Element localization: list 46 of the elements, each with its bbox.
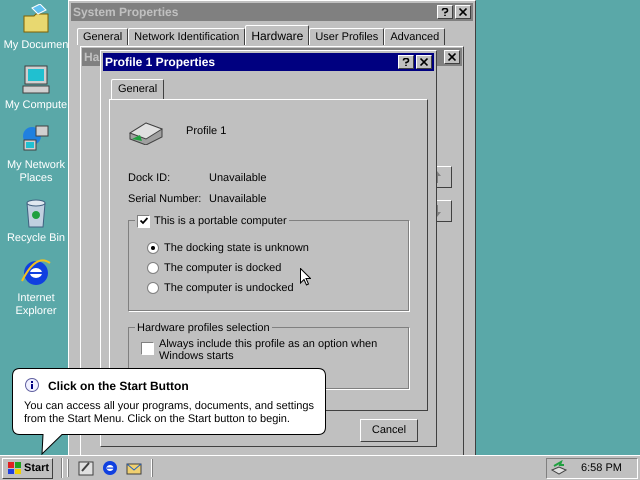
check-icon (140, 217, 148, 226)
help-button[interactable] (398, 55, 414, 69)
profile-name: Profile 1 (186, 124, 226, 139)
close-icon (420, 58, 428, 66)
computer-icon[interactable] (20, 64, 52, 96)
help-button[interactable] (437, 5, 453, 19)
balloon-text: You can access all your programs, documents, and settings from the Start Menu. Click on the Start button to begin. (24, 400, 316, 426)
question-icon (441, 8, 449, 16)
radio-button[interactable] (147, 282, 159, 294)
tab[interactable]: User Profiles (309, 28, 384, 45)
checkbox-label[interactable]: This is a portable computer (154, 213, 287, 230)
radio-label[interactable]: The computer is undocked (164, 280, 294, 296)
start-button[interactable]: Start (2, 458, 54, 478)
close-button[interactable] (444, 50, 460, 64)
dialog-button[interactable]: Cancel (360, 419, 418, 442)
checkbox[interactable] (137, 214, 150, 228)
field-label: Dock ID: (128, 171, 172, 183)
close-button[interactable] (455, 5, 471, 19)
close-button[interactable] (416, 55, 432, 69)
field-label: Serial Number: (128, 192, 202, 204)
tab[interactable]: General (111, 79, 164, 99)
show-desktop-icon[interactable] (77, 459, 96, 477)
question-icon (402, 58, 410, 66)
window-title: System Properties (73, 4, 178, 21)
radio-button[interactable] (147, 242, 159, 254)
clock: 6:58 PM (581, 460, 622, 476)
window-title: Ha (84, 49, 100, 66)
tab[interactable]: Advanced (384, 28, 446, 45)
field-value: Unavailable (209, 192, 266, 204)
group-title: Hardware profiles selection (135, 320, 272, 336)
window-title: Profile 1 Properties (105, 54, 216, 71)
field-value: Unavailable (209, 171, 266, 183)
network-tray-icon[interactable] (551, 460, 567, 476)
radio-label[interactable]: The computer is docked (164, 260, 282, 276)
tab[interactable]: General (77, 28, 128, 45)
balloon-title: Click on the Start Button (48, 378, 189, 395)
radio-label[interactable]: The docking state is unknown (164, 240, 309, 256)
close-icon (448, 53, 456, 61)
close-icon (459, 8, 467, 16)
mouse-pointer-icon (300, 268, 311, 286)
radio-button[interactable] (147, 262, 159, 274)
tab[interactable]: Hardware (245, 25, 310, 45)
tab[interactable]: Network Identification (128, 28, 246, 45)
checkbox[interactable] (141, 342, 154, 355)
browser-icon[interactable] (101, 459, 120, 477)
windows-logo-icon (6, 461, 22, 475)
